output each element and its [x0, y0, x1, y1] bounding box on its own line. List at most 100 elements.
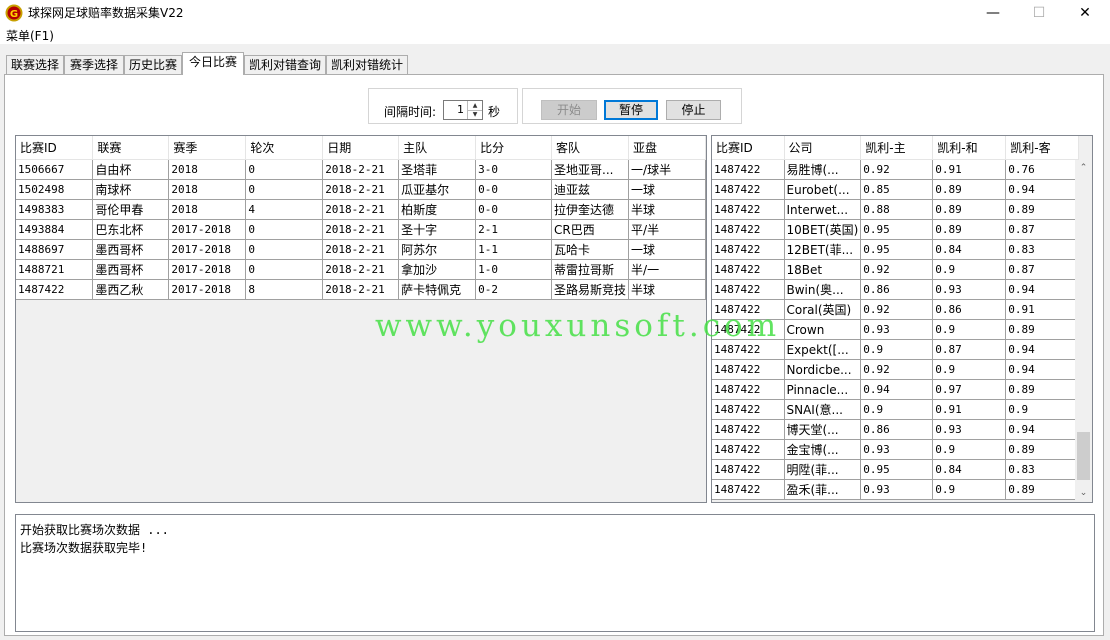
kelly-cell: 博天堂(...	[784, 419, 862, 440]
match-cell: 圣塔菲	[398, 159, 477, 180]
match-cell: 2018-2-21	[322, 219, 400, 240]
kelly-cell: 0.84	[932, 459, 1007, 480]
match-cell: 瓦哈卡	[551, 239, 630, 260]
kelly-cell: 0.9	[932, 439, 1007, 460]
match-row[interactable]: 1502498 南球杯 2018 0 2018-2-21 瓜亚基尔 0-0 迪亚兹 一球	[16, 179, 706, 200]
stepper-down-icon[interactable]: ▼	[468, 110, 482, 119]
match-cell: 2018-2-21	[322, 259, 400, 280]
kelly-cell: 0.92	[860, 359, 934, 380]
kelly-cell: 1487422	[712, 459, 785, 480]
kelly-cell: 金宝博(...	[784, 439, 862, 460]
col-header-kelly-match-id[interactable]: 比赛ID	[712, 136, 785, 160]
col-header-date[interactable]: 日期	[322, 136, 400, 160]
kelly-row[interactable]: 1487422 10BET(英国) 0.95 0.89 0.87	[712, 219, 1080, 240]
kelly-row[interactable]: 1487422 12BET(菲... 0.95 0.84 0.83	[712, 239, 1080, 260]
kelly-cell: 0.9	[932, 319, 1007, 340]
log-output[interactable]: 开始获取比赛场次数据 ... 比赛场次数据获取完毕!	[15, 514, 1095, 632]
match-cell: 2017-2018	[168, 219, 247, 240]
match-cell: 自由杯	[92, 159, 170, 180]
scroll-down-icon[interactable]: ⌄	[1075, 485, 1092, 502]
kelly-cell: Crown	[784, 319, 862, 340]
tab-kelly-query[interactable]: 凯利对错查询	[244, 55, 326, 74]
match-cell: 一球	[628, 239, 706, 260]
kelly-cell: 1487422	[712, 239, 785, 260]
match-row[interactable]: 1493884 巴东北杯 2017-2018 0 2018-2-21 圣十字 2-1 CR巴西…	[16, 219, 706, 240]
kelly-row[interactable]: 1487422 Nordicbe... 0.92 0.9 0.94	[712, 359, 1080, 380]
kelly-cell: 0.86	[860, 419, 934, 440]
kelly-cell: 0.93	[932, 279, 1007, 300]
match-row[interactable]: 1498383 哥伦甲春 2018 4 2018-2-21 柏斯度 0-0 拉伊奎达德 半球	[16, 199, 706, 220]
col-header-league[interactable]: 联赛	[92, 136, 170, 160]
kelly-row[interactable]: 1487422 Interwet... 0.88 0.89 0.89	[712, 199, 1080, 220]
kelly-cell: 0.92	[860, 159, 934, 180]
col-header-round[interactable]: 轮次	[245, 136, 324, 160]
match-row[interactable]: 1488697 墨西哥杯 2017-2018 0 2018-2-21 阿苏尔 1-1 瓦哈卡一…	[16, 239, 706, 260]
match-row[interactable]: 1506667 自由杯 2018 0 2018-2-21 圣塔菲 3-0 圣地亚哥... 一/球…	[16, 159, 706, 180]
kelly-cell: 1487422	[712, 359, 785, 380]
match-cell: 0-0	[475, 179, 553, 200]
col-header-score[interactable]: 比分	[475, 136, 553, 160]
kelly-cell: 0.85	[860, 179, 934, 200]
close-button[interactable]: ✕	[1062, 0, 1108, 26]
match-cell: 拉伊奎达德	[551, 199, 630, 220]
stop-button[interactable]: 停止	[666, 100, 721, 120]
kelly-row[interactable]: 1487422 SNAI(意... 0.9 0.91 0.9	[712, 399, 1080, 420]
kelly-row[interactable]: 1487422 Bwin(奥... 0.86 0.93 0.94	[712, 279, 1080, 300]
col-header-season[interactable]: 赛季	[168, 136, 247, 160]
kelly-cell: 1487422	[712, 279, 785, 300]
kelly-row[interactable]: 1487422 明陞(菲... 0.95 0.84 0.83	[712, 459, 1080, 480]
col-header-kelly-home[interactable]: 凯利-主	[860, 136, 934, 160]
kelly-row[interactable]: 1487422 Eurobet(... 0.85 0.89 0.94	[712, 179, 1080, 200]
scroll-up-icon[interactable]: ⌃	[1075, 160, 1092, 177]
match-cell: 一/球半	[628, 159, 706, 180]
kelly-cell: 18Bet	[784, 259, 862, 280]
kelly-cell: 0.91	[932, 159, 1007, 180]
start-button[interactable]: 开始	[541, 100, 597, 120]
kelly-cell: Coral(英国)	[784, 299, 862, 320]
col-header-match-id[interactable]: 比赛ID	[16, 136, 94, 160]
col-header-company[interactable]: 公司	[784, 136, 862, 160]
match-cell: 1487422	[16, 279, 94, 300]
tab-league-select[interactable]: 联赛选择	[6, 55, 64, 74]
stepper-arrows: ▲ ▼	[467, 101, 482, 119]
kelly-row[interactable]: 1487422 18Bet 0.92 0.9 0.87	[712, 259, 1080, 280]
tab-history-matches[interactable]: 历史比赛	[124, 55, 182, 74]
match-cell: 1493884	[16, 219, 94, 240]
pause-button[interactable]: 暂停	[604, 100, 658, 120]
interval-stepper[interactable]: 1 ▲ ▼	[443, 100, 483, 120]
col-header-away-team[interactable]: 客队	[551, 136, 630, 160]
kelly-cell: Bwin(奥...	[784, 279, 862, 300]
kelly-cell: 0.93	[860, 439, 934, 460]
match-cell: 2018-2-21	[322, 199, 400, 220]
match-cell: 1506667	[16, 159, 94, 180]
maximize-button[interactable]: ☐	[1016, 0, 1062, 26]
match-cell: 阿苏尔	[398, 239, 477, 260]
col-header-asian-handicap[interactable]: 亚盘	[628, 136, 706, 160]
kelly-row[interactable]: 1487422 盈禾(菲... 0.93 0.9 0.89	[712, 479, 1080, 500]
kelly-vertical-scrollbar[interactable]: ⌃ ⌄	[1075, 160, 1092, 502]
tab-kelly-stats[interactable]: 凯利对错统计	[326, 55, 408, 74]
col-header-home-team[interactable]: 主队	[398, 136, 477, 160]
kelly-cell: 0.92	[860, 299, 934, 320]
kelly-cell: 0.9	[932, 259, 1007, 280]
kelly-row[interactable]: 1487422 Pinnacle... 0.94 0.97 0.89	[712, 379, 1080, 400]
match-row[interactable]: 1488721 墨西哥杯 2017-2018 0 2018-2-21 拿加沙 1-0 蒂雷拉哥…	[16, 259, 706, 280]
kelly-row[interactable]: 1487422 金宝博(... 0.93 0.9 0.89	[712, 439, 1080, 460]
match-cell: 2018-2-21	[322, 179, 400, 200]
kelly-row[interactable]: 1487422 易胜博(... 0.92 0.91 0.76	[712, 159, 1080, 180]
scroll-thumb[interactable]	[1077, 432, 1090, 480]
kelly-cell: 0.76	[1005, 159, 1080, 180]
tab-today-matches[interactable]: 今日比赛	[182, 52, 244, 75]
match-cell: 1498383	[16, 199, 94, 220]
kelly-cell: 10BET(英国)	[784, 219, 862, 240]
window-title: 球探网足球赔率数据采集V22	[28, 6, 184, 20]
match-row[interactable]: 1487422 墨西乙秋 2017-2018 8 2018-2-21 萨卡特佩克 0-2 圣路…	[16, 279, 706, 300]
minimize-button[interactable]: —	[970, 0, 1016, 26]
tab-season-select[interactable]: 赛季选择	[64, 55, 124, 74]
match-cell: 蒂雷拉哥斯	[551, 259, 630, 280]
match-cell: 0-2	[475, 279, 553, 300]
menu-main[interactable]: 菜单(F1)	[6, 27, 54, 44]
col-header-kelly-away[interactable]: 凯利-客	[1005, 136, 1080, 160]
col-header-kelly-draw[interactable]: 凯利-和	[932, 136, 1007, 160]
kelly-row[interactable]: 1487422 博天堂(... 0.86 0.93 0.94	[712, 419, 1080, 440]
